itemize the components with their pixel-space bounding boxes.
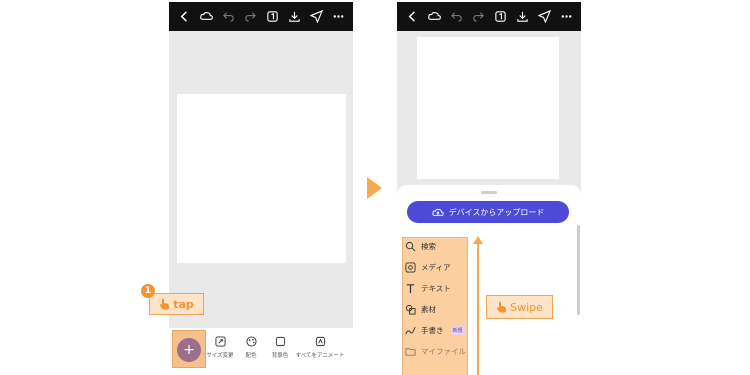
swipe-label: Swipe: [510, 300, 543, 314]
draw-icon: [405, 326, 416, 335]
resize-icon: [214, 336, 226, 347]
phone-screen-before: サイズ変更 配色 背景色 すべてをアニメート +: [169, 2, 353, 375]
menu-item-label: 手書き: [421, 326, 444, 335]
folder-icon: [405, 348, 416, 356]
more-icon[interactable]: [559, 10, 573, 24]
text-icon: [406, 284, 415, 294]
back-icon[interactable]: [405, 10, 419, 24]
download-icon[interactable]: [515, 10, 529, 24]
share-icon[interactable]: [309, 10, 323, 24]
sheet-scrollbar[interactable]: [577, 225, 580, 315]
swipe-guide-line: [477, 243, 479, 375]
menu-item-label: メディア: [421, 263, 451, 272]
download-icon[interactable]: [287, 10, 301, 24]
design-canvas[interactable]: [417, 37, 559, 179]
menu-item-my-files[interactable]: マイファイル: [405, 346, 466, 357]
top-toolbar: [169, 2, 353, 31]
design-canvas[interactable]: [177, 94, 346, 263]
cloud-sync-icon[interactable]: [427, 10, 441, 24]
menu-item-elements[interactable]: 素材: [405, 304, 436, 315]
back-icon[interactable]: [177, 10, 191, 24]
swipe-up-arrow: [473, 236, 483, 244]
menu-item-label: マイファイル: [421, 347, 466, 356]
media-icon: [405, 262, 416, 273]
step-number-badge: 1: [141, 284, 155, 298]
tool-label: すべてをアニメート: [295, 353, 345, 359]
cloud-sync-icon[interactable]: [199, 10, 213, 24]
menu-item-label: 検索: [421, 242, 436, 251]
search-icon: [405, 241, 416, 252]
more-icon[interactable]: [331, 10, 345, 24]
upload-label: デバイスからアップロード: [448, 207, 545, 217]
background-color-tool[interactable]: 背景色: [260, 336, 300, 359]
upload-from-device-button[interactable]: デバイスからアップロード: [407, 201, 569, 223]
tool-label: 配色: [245, 353, 257, 359]
hand-pointer-icon: [160, 298, 170, 310]
cloud-upload-icon: [431, 208, 444, 216]
menu-item-media[interactable]: メディア: [405, 262, 450, 273]
menu-item-draw[interactable]: 手書き 新規: [405, 325, 465, 336]
background-icon: [275, 336, 285, 347]
pages-icon[interactable]: [265, 10, 279, 24]
swipe-callout: Swipe: [486, 295, 553, 319]
next-step-arrow: [367, 177, 382, 199]
add-content-sheet: デバイスからアップロード 検索 メディア テキスト 素材 手書き 新規 マイファ…: [397, 185, 581, 375]
share-icon[interactable]: [537, 10, 551, 24]
undo-icon[interactable]: [449, 10, 463, 24]
tap-label: tap: [173, 297, 194, 311]
tap-callout: tap: [149, 293, 204, 315]
hand-pointer-icon: [496, 301, 507, 313]
add-button[interactable]: +: [177, 338, 201, 362]
undo-icon[interactable]: [221, 10, 235, 24]
menu-item-text[interactable]: テキスト: [405, 283, 451, 294]
palette-icon: [245, 336, 257, 347]
pages-icon[interactable]: [493, 10, 507, 24]
new-badge: 新規: [450, 326, 465, 335]
menu-item-search[interactable]: 検索: [405, 241, 436, 252]
sheet-drag-handle[interactable]: [481, 191, 497, 194]
redo-icon[interactable]: [243, 10, 257, 24]
animate-all-tool[interactable]: すべてをアニメート: [296, 336, 344, 359]
tool-label: サイズ変更: [206, 353, 234, 359]
menu-item-label: テキスト: [421, 284, 451, 293]
elements-icon: [405, 304, 416, 315]
tool-label: 背景色: [271, 353, 289, 359]
menu-item-label: 素材: [421, 305, 436, 314]
redo-icon[interactable]: [471, 10, 485, 24]
animate-icon: [315, 336, 325, 347]
top-toolbar: [397, 2, 581, 31]
phone-screen-after: デバイスからアップロード 検索 メディア テキスト 素材 手書き 新規 マイファ…: [397, 2, 581, 375]
